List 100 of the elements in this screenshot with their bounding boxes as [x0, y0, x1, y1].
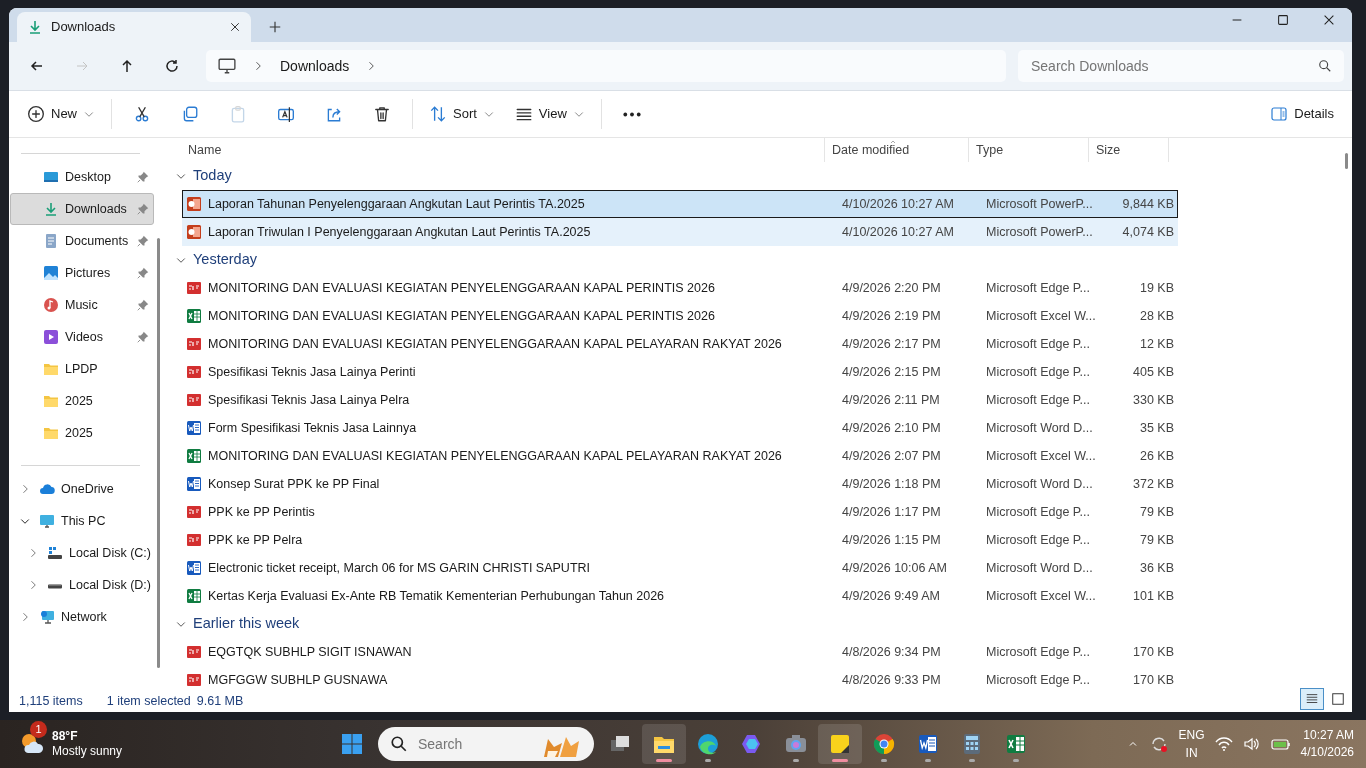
- document-file-icon: [186, 420, 202, 436]
- group-header[interactable]: Today: [193, 165, 232, 187]
- date-cell-text: 4/9/2026 1:15 PM: [841, 531, 942, 549]
- taskbar-search[interactable]: Search: [378, 727, 594, 761]
- size-cell-text: 19 KB: [1138, 279, 1175, 297]
- tab[interactable]: Downloads: [17, 12, 251, 42]
- file-row[interactable]: Spesifikasi Teknis Jasa Lainya Perinti 4/9/2026 2:15 PM Microsoft Edge P... 405 KB: [182, 358, 1178, 386]
- column-header[interactable]: Name: [172, 138, 825, 162]
- close-icon: [1322, 13, 1336, 27]
- taskbar-app-button[interactable]: [818, 724, 862, 764]
- file-row[interactable]: Konsep Surat PPK ke PP Final 4/9/2026 1:18 PM Microsoft Word D... 372 KB: [182, 470, 1178, 498]
- file-name: Spesifikasi Teknis Jasa Lainya Pelra: [208, 391, 410, 409]
- size-cell-text: 405 KB: [1132, 363, 1175, 381]
- clipboard-icon: [229, 105, 247, 123]
- file-row[interactable]: Kertas Kerja Evaluasi Ex-Ante RB Tematik Kementerian Perhubungan Tahun 2026 4/9/2026 9:49 AM Microsoft Excel W... 101 KB: [182, 582, 1178, 610]
- group-header[interactable]: Yesterday: [193, 249, 257, 271]
- file-row[interactable]: Electronic ticket receipt, March 06 for MS GARIN CHRISTI SAPUTRI 4/9/2026 10:06 AM Microsoft Word D... 36 KB: [182, 554, 1178, 582]
- monitor-icon: [39, 513, 55, 529]
- tree-item[interactable]: Local Disk (C:): [9, 537, 155, 569]
- pdf-file-icon: [186, 644, 202, 660]
- file-name: MONITORING DAN EVALUASI KEGIATAN PENYELENGGARAAN KAPAL PELAYARAN RAKYAT 2026: [208, 335, 782, 353]
- type-cell-text: Microsoft Word D...: [985, 419, 1094, 437]
- sidebar-item[interactable]: Pictures: [10, 257, 154, 289]
- sidebar-item[interactable]: 2025: [10, 417, 154, 449]
- file-row[interactable]: MONITORING DAN EVALUASI KEGIATAN PENYELENGGARAAN KAPAL PERINTIS 2026 4/9/2026 2:20 PM Microsoft Edge P... 19 KB: [182, 274, 1178, 302]
- pdf-file-icon: [186, 364, 202, 380]
- breadcrumb-item[interactable]: Downloads: [280, 55, 350, 77]
- file-row[interactable]: PPK ke PP Perintis 4/9/2026 1:17 PM Microsoft Edge P... 79 KB: [182, 498, 1178, 526]
- tiles-view-icon: [1331, 692, 1345, 706]
- copy-icon: [181, 105, 199, 123]
- sidebar-item[interactable]: LPDP: [10, 353, 154, 385]
- search-field[interactable]: Search Downloads: [1018, 50, 1344, 82]
- file-name: Konsep Surat PPK ke PP Final: [208, 475, 380, 493]
- size-cell-text: 28 KB: [1138, 307, 1175, 325]
- tree-item[interactable]: Network: [9, 601, 155, 633]
- pdf-file-icon: [186, 532, 202, 548]
- type-cell-text: Microsoft Excel W...: [985, 447, 1097, 465]
- file-row[interactable]: Laporan Triwulan I Penyelenggaraan Angkutan Laut Perintis TA.2025 4/10/2026 10:27 AM Microsoft PowerP... 4,074 KB: [182, 218, 1178, 246]
- view-button[interactable]: View: [504, 96, 595, 132]
- selection-size: 9.61 MB: [196, 692, 244, 710]
- column-header[interactable]: Type: [969, 138, 1089, 162]
- size-cell-text: 330 KB: [1132, 391, 1175, 409]
- file-row[interactable]: PPK ke PP Pelra 4/9/2026 1:15 PM Microsoft Edge P... 79 KB: [182, 526, 1178, 554]
- clock-time: 10:27 AM: [1302, 727, 1354, 744]
- details-view-button[interactable]: [1300, 688, 1324, 710]
- sidebar-item[interactable]: Downloads: [10, 193, 154, 225]
- sidebar-item[interactable]: Desktop: [10, 161, 154, 193]
- download-icon: [27, 19, 43, 35]
- details-button[interactable]: Details: [1260, 96, 1344, 132]
- notification-badge: 1: [30, 721, 47, 738]
- file-name: Form Spesifikasi Teknis Jasa Lainnya: [208, 419, 417, 437]
- drive-icon: [47, 583, 63, 589]
- file-row[interactable]: MONITORING DAN EVALUASI KEGIATAN PENYELENGGARAAN KAPAL PELAYARAN RAKYAT 2026 4/9/2026 2:17 PM Microsoft Edge P... 12 KB: [182, 330, 1178, 358]
- temperature: 88°F: [52, 729, 79, 744]
- sidebar-item[interactable]: Music: [10, 289, 154, 321]
- weather-condition: Mostly sunny: [52, 744, 123, 759]
- column-header[interactable]: Size: [1089, 138, 1169, 162]
- taskbar-app-button[interactable]: [642, 724, 686, 764]
- size-cell-text: 26 KB: [1138, 447, 1175, 465]
- file-row[interactable]: Form Spesifikasi Teknis Jasa Lainnya 4/9/2026 2:10 PM Microsoft Word D... 35 KB: [182, 414, 1178, 442]
- group-header[interactable]: Earlier this week: [193, 613, 300, 635]
- file-row[interactable]: MONITORING DAN EVALUASI KEGIATAN PENYELENGGARAAN KAPAL PELAYARAN RAKYAT 2026 4/9/2026 2:07 PM Microsoft Excel W... 26 KB: [182, 442, 1178, 470]
- document-file-icon: [186, 560, 202, 576]
- sort-button[interactable]: Sort: [419, 96, 505, 132]
- plus-circle-icon: [27, 105, 45, 123]
- type-cell-text: Microsoft Edge P...: [985, 363, 1091, 381]
- type-cell-text: Microsoft Edge P...: [985, 503, 1091, 521]
- type-cell-text: Microsoft Word D...: [985, 475, 1094, 493]
- sort-icon: [429, 105, 447, 123]
- pdf-file-icon: [186, 336, 202, 352]
- spreadsheet-file-icon: [186, 448, 202, 464]
- size-cell-text: 372 KB: [1132, 475, 1175, 493]
- picture-icon: [43, 265, 59, 281]
- column-header[interactable]: Date modified: [825, 138, 969, 162]
- search-icon: [1318, 59, 1332, 73]
- file-name: Laporan Triwulan I Penyelenggaraan Angkutan Laut Perintis TA.2025: [208, 223, 591, 241]
- selection-count: 1 item selected: [106, 692, 191, 710]
- file-name: EQGTQK SUBHLP SIGIT ISNAWAN: [208, 643, 412, 661]
- sidebar-item[interactable]: Videos: [10, 321, 154, 353]
- file-row[interactable]: MGFGGW SUBHLP GUSNAWA 4/8/2026 9:33 PM Microsoft Edge P... 170 KB: [182, 666, 1178, 690]
- tree-item[interactable]: This PC: [9, 505, 155, 537]
- new-button[interactable]: New: [17, 96, 105, 132]
- scrollbar-thumb: [1345, 153, 1348, 169]
- file-row[interactable]: MONITORING DAN EVALUASI KEGIATAN PENYELENGGARAAN KAPAL PERINTIS 2026 4/9/2026 2:19 PM Microsoft Excel W... 28 KB: [182, 302, 1178, 330]
- video-icon: [43, 329, 59, 345]
- tree-item[interactable]: OneDrive: [9, 473, 155, 505]
- battery-charging-icon: [1270, 736, 1291, 752]
- file-row[interactable]: EQGTQK SUBHLP SIGIT ISNAWAN 4/8/2026 9:34 PM Microsoft Edge P... 170 KB: [182, 638, 1178, 666]
- details-view-icon: [1305, 692, 1319, 706]
- search-icon: [390, 735, 408, 753]
- address-bar[interactable]: Downloads: [206, 50, 1006, 82]
- file-row[interactable]: Laporan Tahunan Penyelenggaraan Angkutan Laut Perintis TA.2025 4/10/2026 10:27 AM Microsoft PowerP... 9,844 KB: [182, 190, 1178, 218]
- type-cell-text: Microsoft PowerP...: [985, 223, 1094, 241]
- sidebar-item[interactable]: Documents: [10, 225, 154, 257]
- file-row[interactable]: Spesifikasi Teknis Jasa Lainya Pelra 4/9/2026 2:11 PM Microsoft Edge P... 330 KB: [182, 386, 1178, 414]
- folder-icon: [43, 361, 59, 377]
- spreadsheet-file-icon: [186, 308, 202, 324]
- tree-item[interactable]: Local Disk (D:): [9, 569, 155, 601]
- sidebar-item[interactable]: 2025: [10, 385, 154, 417]
- sticky-note-icon: [828, 732, 852, 756]
